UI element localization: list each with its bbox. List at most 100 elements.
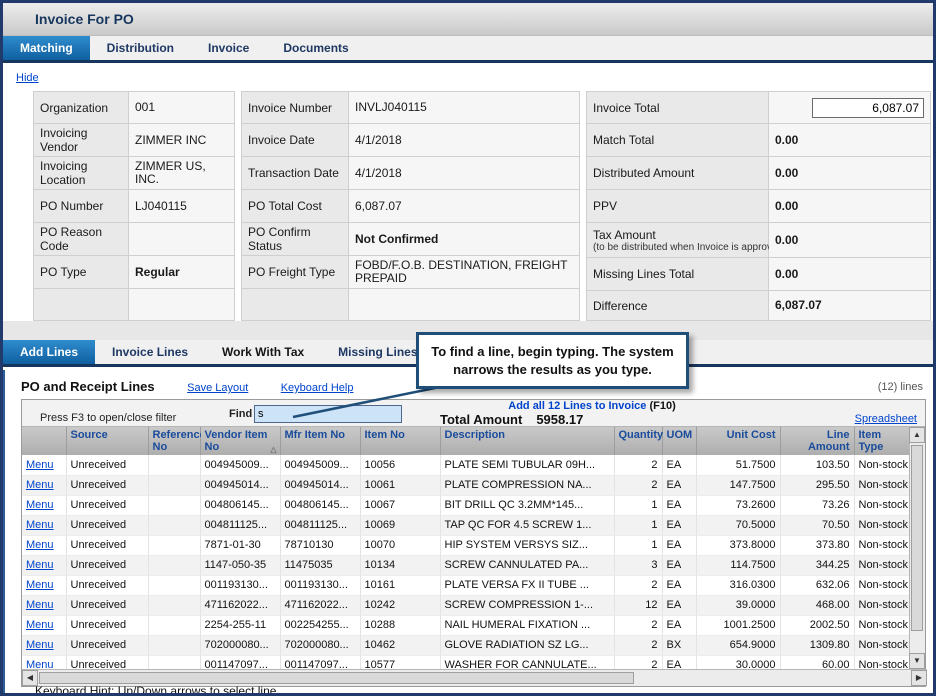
menu-cell: Menu <box>22 475 66 495</box>
scroll-down-icon[interactable]: ▼ <box>909 653 925 669</box>
form-row-difference: Difference6,087.07 <box>586 291 931 321</box>
row-menu-link[interactable]: Menu <box>26 499 54 511</box>
form-row-distributed-amount: Distributed Amount0.00 <box>586 157 931 190</box>
table-row: MenuUnreceived702000080...702000080...10… <box>22 635 909 655</box>
field-value: 4/1/2018 <box>349 124 579 156</box>
field-value: Not Confirmed <box>349 223 579 255</box>
cell-vendor-item-no: 004945009... <box>200 455 280 475</box>
cell-uom: EA <box>662 555 696 575</box>
col-header-quantity[interactable]: Quantity <box>614 427 662 455</box>
tab-distribution[interactable]: Distribution <box>90 36 191 60</box>
field-value: 0.00 <box>769 223 930 257</box>
field-label: Transaction Date <box>242 157 349 189</box>
table-row: MenuUnreceived004945014...004945014...10… <box>22 475 909 495</box>
cell-item-no: 10288 <box>360 615 440 635</box>
col-header-vendor-item-no[interactable]: Vendor Item No△ <box>200 427 280 455</box>
find-input[interactable] <box>254 405 402 423</box>
cell-item-no: 10061 <box>360 475 440 495</box>
cell-description: PLATE COMPRESSION NA... <box>440 475 614 495</box>
cell-line-amount: 468.00 <box>780 595 854 615</box>
table-row: MenuUnreceived7871-01-307871013010070HIP… <box>22 535 909 555</box>
cell-quantity: 2 <box>614 575 662 595</box>
col-header-uom[interactable]: UOM <box>662 427 696 455</box>
lines-table-wrap: SourceReference NoVendor Item No△Mfr Ite… <box>22 427 909 669</box>
col-header-line-amount[interactable]: Line Amount <box>780 427 854 455</box>
cell-source: Unreceived <box>66 655 148 669</box>
cell-uom: EA <box>662 595 696 615</box>
menu-cell: Menu <box>22 495 66 515</box>
tab-invoice[interactable]: Invoice <box>191 36 266 60</box>
cell-item-no: 10462 <box>360 635 440 655</box>
cell-source: Unreceived <box>66 515 148 535</box>
tab-work-with-tax[interactable]: Work With Tax <box>205 340 321 364</box>
field-value <box>769 92 930 123</box>
col-header-reference-no[interactable]: Reference No <box>148 427 200 455</box>
scroll-right-icon[interactable]: ▶ <box>911 670 927 686</box>
field-value: INVLJ040115 <box>349 92 579 123</box>
cell-mfr-item-no: 11475035 <box>280 555 360 575</box>
cell-quantity: 2 <box>614 475 662 495</box>
col-header-description[interactable]: Description <box>440 427 614 455</box>
row-menu-link[interactable]: Menu <box>26 479 54 491</box>
form-group-left: Organization001Invoicing VendorZIMMER IN… <box>33 91 235 321</box>
field-label: PO Freight Type <box>242 256 349 288</box>
row-menu-link[interactable]: Menu <box>26 539 54 551</box>
hide-link[interactable]: Hide <box>16 72 39 84</box>
row-menu-link[interactable]: Menu <box>26 579 54 591</box>
row-menu-link[interactable]: Menu <box>26 619 54 631</box>
col-header-item-no[interactable]: Item No <box>360 427 440 455</box>
cell-item-no: 10056 <box>360 455 440 475</box>
keyboard-help-link[interactable]: Keyboard Help <box>281 382 354 394</box>
table-row: MenuUnreceived001147097...001147097...10… <box>22 655 909 669</box>
cell-vendor-item-no: 004806145... <box>200 495 280 515</box>
filter-bar: Press F3 to open/close filter Find Add a… <box>22 400 925 427</box>
cell-uom: EA <box>662 495 696 515</box>
field-value: 0.00 <box>769 190 930 222</box>
field-value: Regular <box>129 256 234 288</box>
field-value: 6,087.07 <box>769 291 930 320</box>
vertical-scroll-thumb[interactable] <box>911 445 923 631</box>
cell-source: Unreceived <box>66 635 148 655</box>
tab-invoice-lines[interactable]: Invoice Lines <box>95 340 205 364</box>
row-menu-link[interactable]: Menu <box>26 459 54 471</box>
col-header-item-type[interactable]: Item Type <box>854 427 909 455</box>
cell-reference-no <box>148 655 200 669</box>
cell-uom: EA <box>662 455 696 475</box>
row-menu-link[interactable]: Menu <box>26 639 54 651</box>
cell-mfr-item-no: 001147097... <box>280 655 360 669</box>
field-value: 6,087.07 <box>349 190 579 222</box>
col-header-source[interactable]: Source <box>66 427 148 455</box>
tab-matching[interactable]: Matching <box>3 36 90 60</box>
tab-add-lines[interactable]: Add Lines <box>3 340 95 364</box>
col-header-unit-cost[interactable]: Unit Cost <box>696 427 780 455</box>
vertical-scrollbar[interactable]: ▲ ▼ <box>909 427 925 669</box>
col-header-mfr-item-no[interactable]: Mfr Item No <box>280 427 360 455</box>
horizontal-scroll-thumb[interactable] <box>39 672 634 684</box>
add-all-lines-link[interactable]: Add all 12 Lines to Invoice <box>508 400 646 412</box>
cell-quantity: 2 <box>614 635 662 655</box>
scroll-up-icon[interactable]: ▲ <box>909 427 925 443</box>
row-menu-link[interactable]: Menu <box>26 599 54 611</box>
cell-source: Unreceived <box>66 535 148 555</box>
invoice-total-input[interactable] <box>812 98 924 118</box>
spreadsheet-link[interactable]: Spreadsheet <box>855 413 917 425</box>
form-row-po-type: PO TypeRegular <box>33 256 235 289</box>
save-layout-link[interactable]: Save Layout <box>187 382 248 394</box>
col-header-menu[interactable] <box>22 427 66 455</box>
cell-description: SCREW COMPRESSION 1-... <box>440 595 614 615</box>
cell-item-type: Non-stock <box>854 595 909 615</box>
field-value: FOBD/F.O.B. DESTINATION, FREIGHT PREPAID <box>349 256 579 288</box>
form-row-po-confirm-status: PO Confirm StatusNot Confirmed <box>241 223 580 256</box>
row-menu-link[interactable]: Menu <box>26 519 54 531</box>
field-label <box>242 289 349 320</box>
cell-uom: EA <box>662 575 696 595</box>
row-menu-link[interactable]: Menu <box>26 559 54 571</box>
table-row: MenuUnreceived471162022...471162022...10… <box>22 595 909 615</box>
cell-description: GLOVE RADIATION SZ LG... <box>440 635 614 655</box>
cell-line-amount: 1309.80 <box>780 635 854 655</box>
sort-asc-icon: △ <box>270 445 276 454</box>
tab-documents[interactable]: Documents <box>266 36 365 60</box>
cell-quantity: 2 <box>614 655 662 669</box>
row-menu-link[interactable]: Menu <box>26 659 54 669</box>
menu-cell: Menu <box>22 615 66 635</box>
